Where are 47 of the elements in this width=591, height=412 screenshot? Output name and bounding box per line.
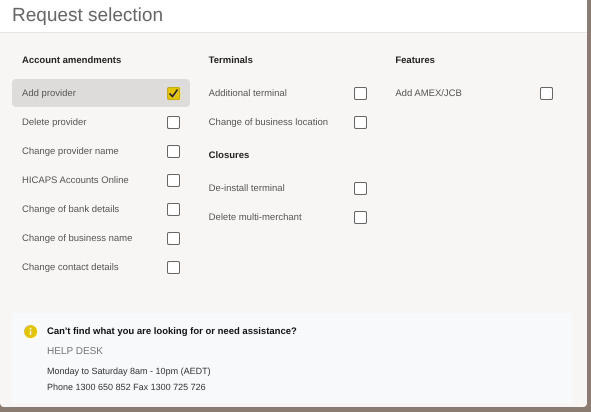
checkbox[interactable] [354,116,367,128]
option-label: Delete multi-merchant [208,212,302,222]
modal-title: Request selection [12,5,164,27]
checkbox[interactable] [167,232,180,244]
option-label: Change of business location [208,116,328,128]
option-row[interactable]: Add AMEX/JCB [385,79,564,107]
option-label: Delete provider [22,116,86,128]
checkbox[interactable] [167,116,180,128]
option-label: Add AMEX/JCB [395,88,462,98]
option-row[interactable]: Change provider name [12,137,190,165]
checkbox[interactable] [167,174,180,186]
checkbox[interactable] [167,260,180,274]
option-row[interactable]: Add provider [12,79,190,107]
option-label: Change contact details [22,262,119,272]
checkbox[interactable] [540,86,554,100]
option-row[interactable]: Change of bank details [12,195,190,223]
option-row[interactable]: Delete multi-merchant [198,203,377,231]
section-heading: Closures [208,150,250,161]
checkbox[interactable] [354,182,367,194]
option-label: HICAPS Accounts Online [22,174,129,186]
option-row[interactable]: HICAPS Accounts Online [12,166,190,194]
option-label: Add provider [22,88,76,98]
checkbox[interactable] [167,86,180,100]
help-question: Can't find what you are looking for or need assistance? [47,326,297,337]
info-icon [24,325,37,338]
help-text: Monday to Saturday 8am - 10pm (AEDT) [47,365,212,378]
option-row[interactable]: Change of business location [198,108,377,136]
option-label: Change of business name [22,232,132,244]
checkbox[interactable] [354,210,367,224]
option-label: Change of bank details [22,204,120,214]
option-row[interactable]: De-install terminal [198,174,377,202]
section-heading: Features [394,55,436,66]
option-label: Change provider name [22,146,119,156]
checkmark-icon [168,88,179,98]
option-label: Additional terminal [208,88,287,98]
option-row[interactable]: Delete provider [12,108,190,136]
checkbox[interactable] [167,202,180,216]
option-row[interactable]: Change contact details [12,253,190,281]
help-text: Phone 1300 650 852 Fax 1300 725 726 [47,381,207,394]
help-title: HELP DESK [47,346,104,357]
section-heading: Terminals [208,55,254,66]
checkbox[interactable] [167,144,180,158]
option-row[interactable]: Change of business name [12,224,190,252]
section-heading: Account amendments [21,55,122,66]
option-row[interactable]: Additional terminal [198,79,377,107]
checkbox[interactable] [354,86,367,100]
option-label: De-install terminal [208,182,285,194]
